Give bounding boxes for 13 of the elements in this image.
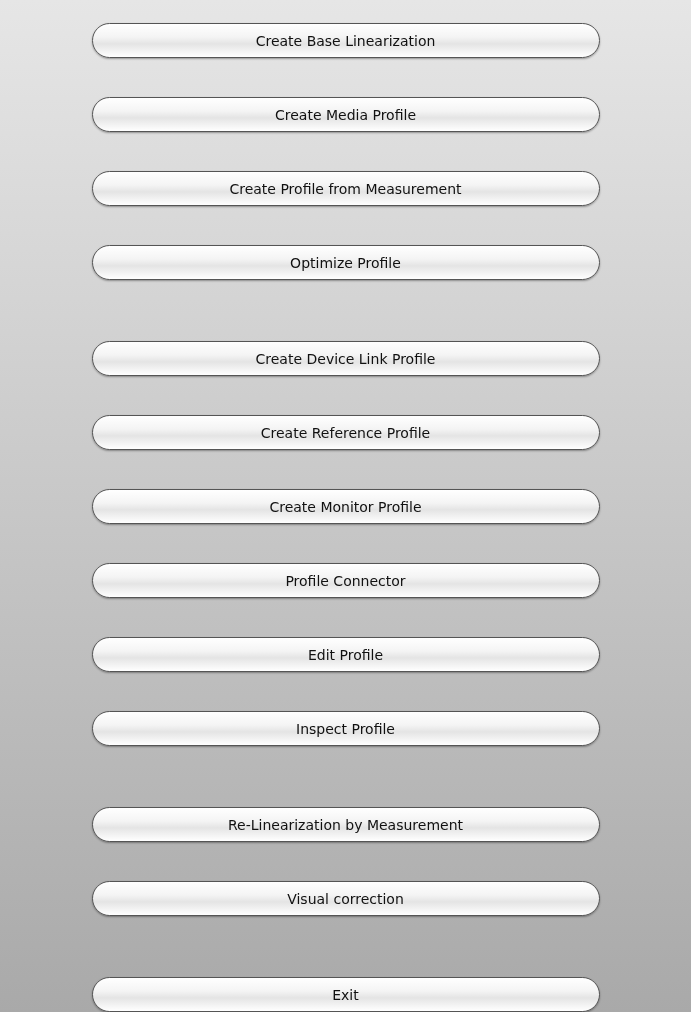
- menu-button[interactable]: Create Reference Profile: [91, 415, 600, 450]
- menu-button[interactable]: Re-Linearization by Measurement: [91, 807, 600, 842]
- menu-button[interactable]: Create Profile from Measurement: [91, 171, 600, 206]
- menu-button[interactable]: Optimize Profile: [91, 245, 600, 280]
- menu-button[interactable]: Profile Connector: [91, 563, 600, 598]
- menu-button[interactable]: Create Media Profile: [91, 97, 600, 132]
- menu-button[interactable]: Edit Profile: [91, 637, 600, 672]
- menu-button[interactable]: Create Monitor Profile: [91, 489, 600, 524]
- menu-button[interactable]: Create Base Linearization: [91, 23, 600, 58]
- menu-button[interactable]: Exit: [91, 977, 600, 1012]
- menu-button[interactable]: Inspect Profile: [91, 711, 600, 746]
- menu-button[interactable]: Create Device Link Profile: [91, 341, 600, 376]
- menu-button[interactable]: Visual correction: [91, 881, 600, 916]
